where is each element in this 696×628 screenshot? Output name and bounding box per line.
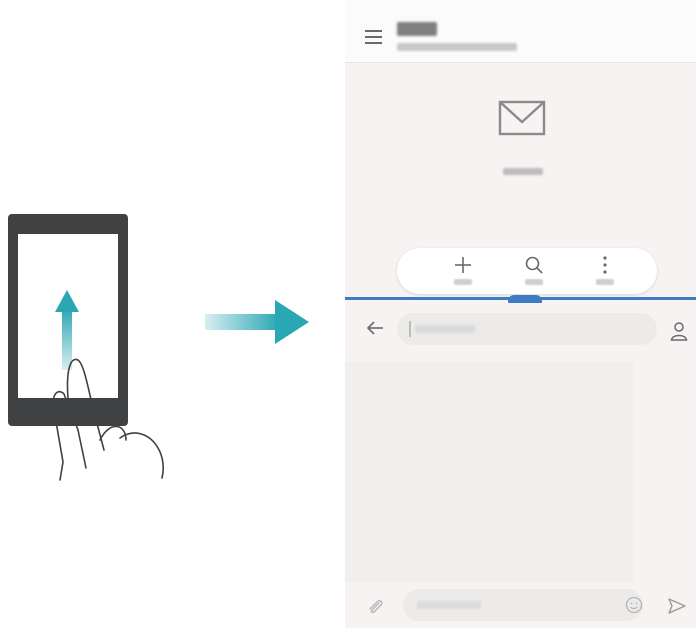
paperclip-icon[interactable] — [365, 597, 385, 617]
message-thread-area — [345, 362, 633, 582]
account-email — [397, 43, 517, 51]
hamburger-menu-icon[interactable] — [365, 30, 382, 48]
text-cursor — [409, 321, 411, 337]
more-label — [596, 279, 614, 285]
person-icon[interactable] — [670, 321, 688, 341]
empty-state-text — [503, 168, 543, 175]
recipient-input[interactable] — [397, 313, 657, 345]
compose-label — [454, 279, 472, 285]
send-icon[interactable] — [667, 597, 687, 615]
email-toolbar — [397, 248, 657, 294]
more-vertical-icon — [603, 256, 607, 274]
more-button[interactable] — [585, 248, 625, 294]
split-screen — [345, 0, 696, 628]
compose-placeholder — [417, 601, 481, 609]
compose-button[interactable] — [443, 248, 483, 294]
phone-screen — [18, 234, 118, 398]
email-app-pane — [345, 0, 696, 297]
search-button[interactable] — [514, 248, 554, 294]
account-name — [397, 22, 437, 36]
plus-icon — [455, 257, 471, 273]
envelope-icon — [498, 100, 546, 136]
recipient-value — [415, 325, 475, 333]
search-icon — [525, 256, 543, 274]
transition-arrow-icon — [205, 300, 309, 344]
search-label — [525, 279, 543, 285]
message-compose-input[interactable] — [403, 589, 643, 621]
email-app-bar — [345, 0, 696, 63]
smiley-icon[interactable] — [625, 596, 643, 614]
back-arrow-icon[interactable] — [365, 318, 385, 338]
phone-illustration — [8, 214, 128, 426]
